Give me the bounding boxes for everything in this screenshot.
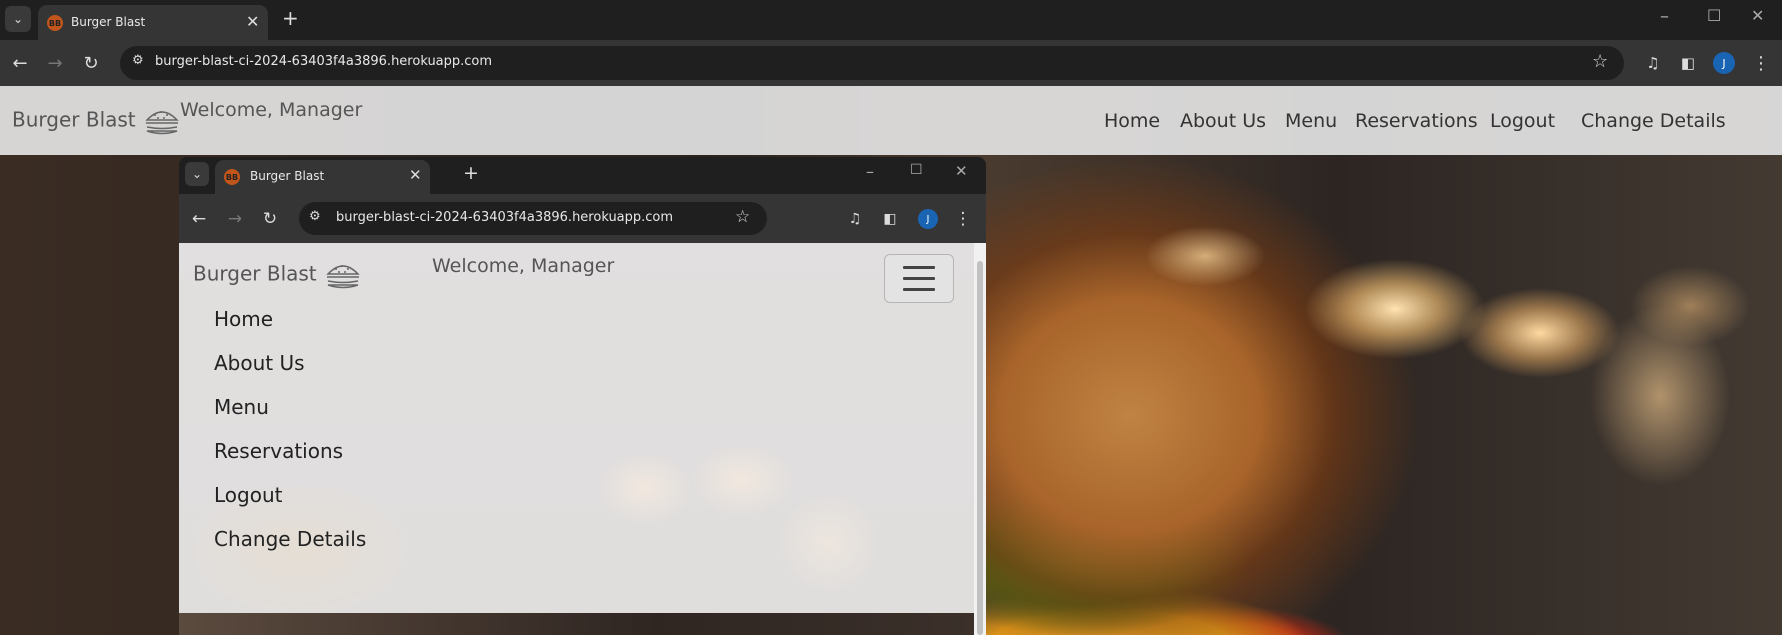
tab-title: Burger Blast — [71, 15, 146, 29]
inner-minimize-icon[interactable]: – — [866, 162, 874, 181]
inner-reload-icon[interactable]: ↻ — [257, 206, 283, 232]
reload-icon[interactable]: ↻ — [78, 50, 104, 76]
mobile-nav-about-us[interactable]: About Us — [214, 351, 305, 375]
hamburger-bar — [903, 288, 935, 291]
inner-burger-logo-icon — [326, 265, 360, 289]
inner-brand-logo[interactable]: Burger Blast — [193, 260, 361, 290]
new-tab-button[interactable]: + — [282, 6, 299, 30]
inner-browser-tab[interactable]: BB Burger Blast ✕ — [215, 160, 430, 194]
inner-page-viewport: Burger Blast Welcome, Manager Home About… — [179, 243, 974, 635]
burger-logo-icon — [145, 111, 179, 135]
nav-link-logout[interactable]: Logout — [1490, 110, 1555, 132]
mobile-nav-home[interactable]: Home — [214, 307, 273, 331]
nav-link-home[interactable]: Home — [1104, 110, 1160, 132]
brand-logo[interactable]: Burger Blast — [12, 106, 180, 136]
bookmark-star-icon[interactable]: ☆ — [1592, 51, 1608, 72]
minimize-icon[interactable]: – — [1660, 6, 1669, 27]
nav-link-reservations[interactable]: Reservations — [1355, 110, 1478, 132]
hamburger-menu-button[interactable] — [884, 254, 954, 303]
nav-link-change-details[interactable]: Change Details — [1581, 110, 1726, 132]
close-tab-icon[interactable]: ✕ — [246, 12, 259, 31]
mobile-nav-menu[interactable]: Menu — [214, 395, 269, 419]
hamburger-bar — [903, 266, 935, 269]
hamburger-bar — [903, 277, 935, 280]
inner-scrollbar[interactable] — [974, 243, 986, 635]
inner-side-panel-icon[interactable]: ◧ — [877, 206, 903, 232]
burger-favicon-icon: BB — [47, 15, 63, 31]
mobile-nav-change-details[interactable]: Change Details — [214, 527, 366, 551]
profile-avatar[interactable]: J — [1713, 52, 1735, 74]
site-info-icon[interactable]: ⚙ — [132, 53, 144, 68]
maximize-icon[interactable]: ☐ — [1707, 6, 1721, 25]
mobile-nav-panel — [179, 243, 974, 613]
nav-link-menu[interactable]: Menu — [1285, 110, 1337, 132]
inner-more-menu-icon[interactable]: ⋮ — [950, 206, 976, 232]
inner-media-controls-icon[interactable]: ♫ — [842, 206, 868, 232]
inner-welcome-message: Welcome, Manager — [432, 255, 615, 277]
inner-bookmark-star-icon[interactable]: ☆ — [735, 207, 750, 227]
inner-url-text[interactable]: burger-blast-ci-2024-63403f4a3896.heroku… — [336, 210, 673, 225]
inner-brand-name: Burger Blast — [193, 261, 317, 286]
side-panel-icon[interactable]: ◧ — [1675, 50, 1701, 76]
more-menu-icon[interactable]: ⋮ — [1748, 50, 1774, 76]
inner-forward-icon[interactable]: → — [222, 206, 248, 232]
mobile-nav-reservations[interactable]: Reservations — [214, 439, 343, 463]
site-navbar: Burger Blast Welcome, Manager Home About… — [0, 86, 1782, 155]
inner-profile-avatar[interactable]: J — [918, 209, 938, 229]
inner-address-bar[interactable]: ⚙ burger-blast-ci-2024-63403f4a3896.hero… — [299, 202, 767, 235]
media-controls-icon[interactable]: ♫ — [1640, 50, 1666, 76]
nav-link-about-us[interactable]: About Us — [1180, 110, 1266, 132]
inner-tab-title: Burger Blast — [250, 169, 325, 183]
inner-back-icon[interactable]: ← — [186, 206, 212, 232]
browser-toolbar: ← → ↻ ⚙ burger-blast-ci-2024-63403f4a389… — [0, 40, 1782, 86]
inner-maximize-icon[interactable]: ☐ — [910, 162, 923, 178]
welcome-message: Welcome, Manager — [180, 99, 363, 121]
inner-new-tab-button[interactable]: + — [463, 162, 479, 184]
inner-tab-search-button[interactable]: ⌄ — [185, 162, 209, 186]
forward-icon[interactable]: → — [42, 50, 68, 76]
tab-strip: ⌄ BB Burger Blast ✕ + – ☐ ✕ — [0, 0, 1782, 40]
tab-search-button[interactable]: ⌄ — [5, 6, 31, 32]
inner-scrollbar-thumb[interactable] — [977, 261, 983, 635]
inner-site-info-icon[interactable]: ⚙ — [309, 209, 321, 224]
inner-burger-favicon-icon: BB — [224, 169, 240, 185]
inner-hero-image — [179, 613, 974, 635]
close-window-icon[interactable]: ✕ — [1751, 6, 1764, 25]
mobile-nav-logout[interactable]: Logout — [214, 483, 282, 507]
inner-browser-toolbar: ← → ↻ ⚙ burger-blast-ci-2024-63403f4a389… — [179, 194, 986, 243]
brand-name: Burger Blast — [12, 107, 136, 132]
inner-close-tab-icon[interactable]: ✕ — [409, 166, 422, 184]
inner-close-window-icon[interactable]: ✕ — [955, 162, 968, 180]
back-icon[interactable]: ← — [7, 50, 33, 76]
inner-browser-window: ⌄ BB Burger Blast ✕ + – ☐ ✕ ← → ↻ ⚙ burg… — [179, 157, 986, 635]
url-text[interactable]: burger-blast-ci-2024-63403f4a3896.heroku… — [155, 54, 492, 69]
browser-tab[interactable]: BB Burger Blast ✕ — [38, 5, 268, 40]
address-bar[interactable]: ⚙ burger-blast-ci-2024-63403f4a3896.hero… — [120, 46, 1624, 80]
